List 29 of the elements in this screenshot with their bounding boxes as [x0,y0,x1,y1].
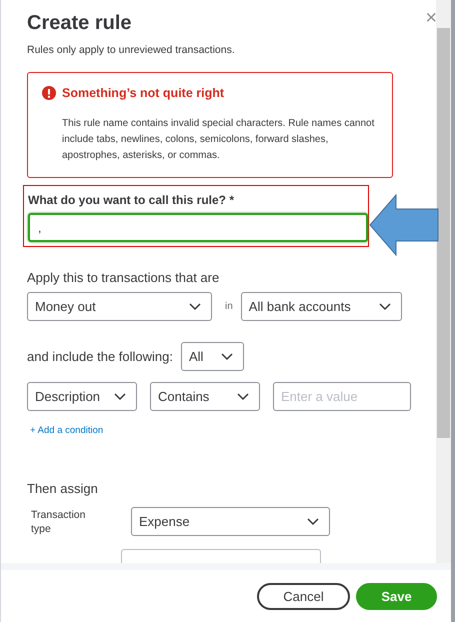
alert-icon [42,86,56,100]
add-condition-link[interactable]: + Add a condition [30,425,104,436]
chevron-down-icon [307,518,319,526]
error-message: This rule name contains invalid special characters. Rule names cannot include tabs, newlines, colons, semicolons, forward slashes, apostrophes, asterisks, or commas. [62,117,376,163]
error-title: Something’s not quite right [62,86,224,100]
match-select[interactable]: All [181,342,244,371]
chevron-down-icon [237,392,249,400]
connector-label: in [225,301,233,312]
arrow-icon [369,194,439,256]
chevron-down-icon [114,392,126,400]
value-field[interactable]: Enter a value [273,382,411,411]
scrollbar[interactable] [436,0,451,563]
dialog-title: Create rule [27,12,132,35]
rule-name-field[interactable]: , [28,213,368,242]
cancel-button[interactable]: Cancel [257,582,350,610]
account-select[interactable]: All bank accounts [240,292,402,321]
transaction-type-select[interactable]: Expense [131,507,330,536]
field-select[interactable]: Description [27,382,137,411]
field-label: Transaction type [31,508,86,536]
section-label: Apply this to transactions that are [27,270,220,285]
direction-select[interactable]: Money out [27,292,212,321]
operator-select[interactable]: Contains [150,382,260,411]
chevron-down-icon [378,302,391,310]
field-label: What do you want to call this rule? * [28,193,234,207]
section-heading: Then assign [27,481,98,496]
dialog-subtitle: Rules only apply to unreviewed transactions. [27,44,235,56]
chevron-down-icon [221,352,233,360]
section-label: and include the following: [27,349,173,364]
chevron-down-icon [189,302,201,310]
